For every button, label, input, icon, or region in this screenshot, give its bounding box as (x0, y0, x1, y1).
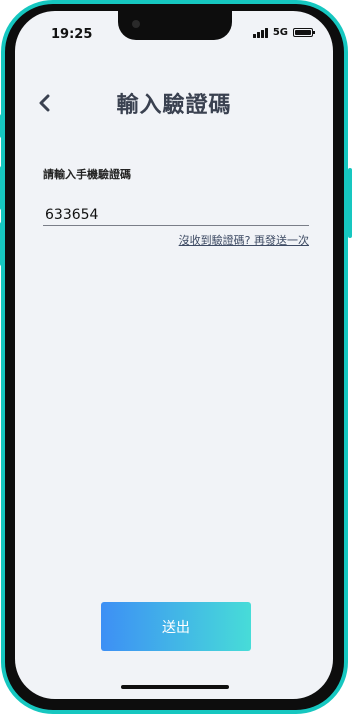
network-type: 5G (272, 27, 288, 38)
phone-screen: 19:25 5G 輸入驗證碼 請輸入手機驗證碼 沒收到驗證碼? 再發送一次 送出 (15, 11, 333, 699)
power-button (348, 168, 352, 238)
verification-code-input[interactable] (43, 204, 309, 226)
status-time: 19:25 (51, 27, 93, 42)
volume-up-button (0, 166, 4, 210)
battery-icon (293, 28, 315, 37)
code-field-label: 請輸入手機驗證碼 (43, 168, 131, 181)
home-indicator (121, 685, 229, 689)
notch (118, 11, 232, 40)
page-title: 輸入驗證碼 (116, 93, 232, 118)
submit-button[interactable]: 送出 (101, 602, 251, 651)
status-indicators: 5G (253, 27, 315, 38)
camera-icon (132, 20, 140, 28)
signal-icon (253, 27, 268, 38)
resend-code-link[interactable]: 沒收到驗證碼? 再發送一次 (179, 232, 309, 248)
mute-switch (0, 114, 4, 138)
volume-down-button (0, 222, 4, 266)
